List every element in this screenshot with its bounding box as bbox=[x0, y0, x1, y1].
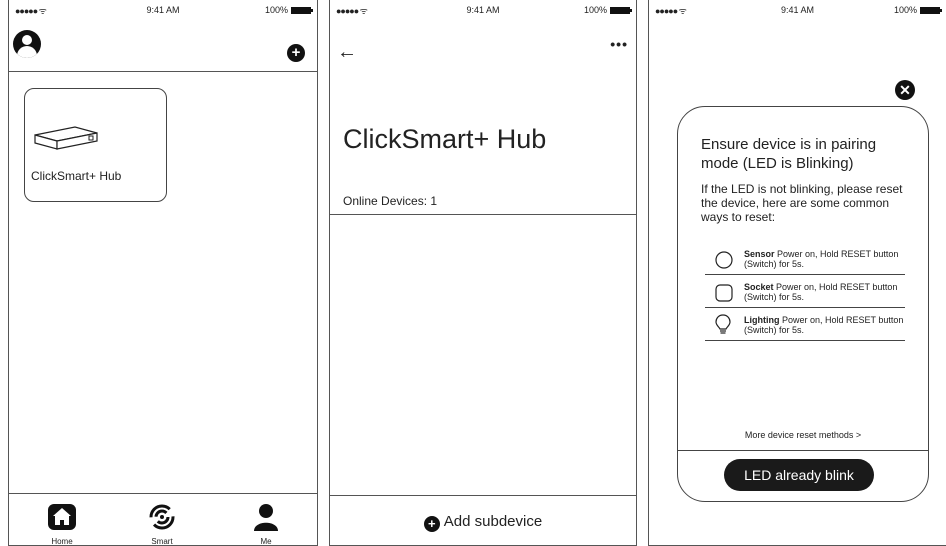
add-subdevice-button[interactable]: + Add subdevice bbox=[330, 513, 636, 532]
battery-indicator: 100% bbox=[264, 5, 313, 15]
home-icon bbox=[48, 504, 76, 530]
pairing-screen: ●●●●● ᯤ 9:41 AM 100% ✕ Ensure device is … bbox=[648, 0, 946, 546]
tab-me[interactable]: Me bbox=[236, 503, 296, 546]
home-screen: ●●●●● ᯤ 9:41 AM 100% + ClickSmart+ Hub H… bbox=[8, 0, 318, 546]
reset-method-lighting: Lighting Power on, Hold RESET button (Sw… bbox=[705, 310, 905, 341]
battery-icon bbox=[291, 6, 313, 14]
tab-smart[interactable]: Smart bbox=[132, 503, 192, 546]
add-subdevice-label: Add subdevice bbox=[443, 513, 543, 530]
add-device-icon[interactable]: + bbox=[287, 44, 305, 62]
tabbar-divider bbox=[9, 493, 317, 494]
close-icon[interactable]: ✕ bbox=[895, 80, 915, 100]
avatar[interactable] bbox=[13, 30, 41, 58]
hub-detail-screen: ●●●●● ᯤ 9:41 AM 100% ← ••• ClickSmart+ H… bbox=[329, 0, 637, 546]
reset-method-name: Sensor bbox=[744, 249, 775, 259]
reset-method-socket: Socket Power on, Hold RESET button (Swit… bbox=[705, 277, 905, 308]
page-title: ClickSmart+ Hub bbox=[343, 124, 547, 154]
battery-icon bbox=[610, 6, 632, 14]
status-bar: ●●●●● ᯤ 9:41 AM 100% bbox=[9, 0, 317, 20]
battery-icon bbox=[920, 6, 942, 14]
dialog-title: Ensure device is in pairing mode (LED is… bbox=[701, 136, 877, 172]
tab-home-label: Home bbox=[51, 537, 73, 546]
dialog-description: If the LED is not blinking, please reset… bbox=[701, 182, 903, 224]
tab-smart-label: Smart bbox=[151, 537, 173, 546]
socket-icon bbox=[715, 284, 733, 302]
battery-percent: 100% bbox=[264, 5, 288, 15]
tab-home[interactable]: Home bbox=[32, 503, 92, 546]
status-bar: ●●●●● ᯤ 9:41 AM 100% bbox=[649, 0, 946, 20]
user-icon bbox=[254, 504, 278, 531]
battery-percent: 100% bbox=[893, 5, 917, 15]
sensor-icon bbox=[715, 251, 733, 269]
back-arrow-icon[interactable]: ← bbox=[337, 42, 357, 62]
status-bar: ●●●●● ᯤ 9:41 AM 100% bbox=[330, 0, 636, 20]
online-devices-count: Online Devices: 1 bbox=[343, 194, 438, 208]
header-divider bbox=[9, 71, 317, 72]
add-icon: + bbox=[423, 516, 440, 532]
device-card-label: ClickSmart+ Hub bbox=[31, 169, 122, 183]
device-card-hub[interactable]: ClickSmart+ Hub bbox=[24, 88, 167, 202]
dialog-divider bbox=[678, 450, 928, 451]
footer-divider bbox=[330, 495, 636, 496]
pairing-dialog: Ensure device is in pairing mode (LED is… bbox=[677, 106, 929, 502]
reset-method-name: Socket bbox=[744, 282, 774, 292]
battery-indicator: 100% bbox=[583, 5, 632, 15]
more-icon[interactable]: ••• bbox=[610, 36, 628, 52]
header-divider bbox=[330, 214, 636, 215]
smart-icon bbox=[149, 504, 175, 530]
more-reset-methods-link[interactable]: More device reset methods > bbox=[678, 430, 928, 440]
reset-method-name: Lighting bbox=[744, 315, 780, 325]
led-already-blink-button[interactable]: LED already blink bbox=[724, 459, 874, 491]
battery-percent: 100% bbox=[583, 5, 607, 15]
hub-device-icon bbox=[34, 126, 98, 150]
tab-me-label: Me bbox=[260, 537, 272, 546]
reset-method-sensor: Sensor Power on, Hold RESET button (Swit… bbox=[705, 244, 905, 275]
battery-indicator: 100% bbox=[893, 5, 942, 15]
bulb-icon bbox=[715, 314, 731, 334]
